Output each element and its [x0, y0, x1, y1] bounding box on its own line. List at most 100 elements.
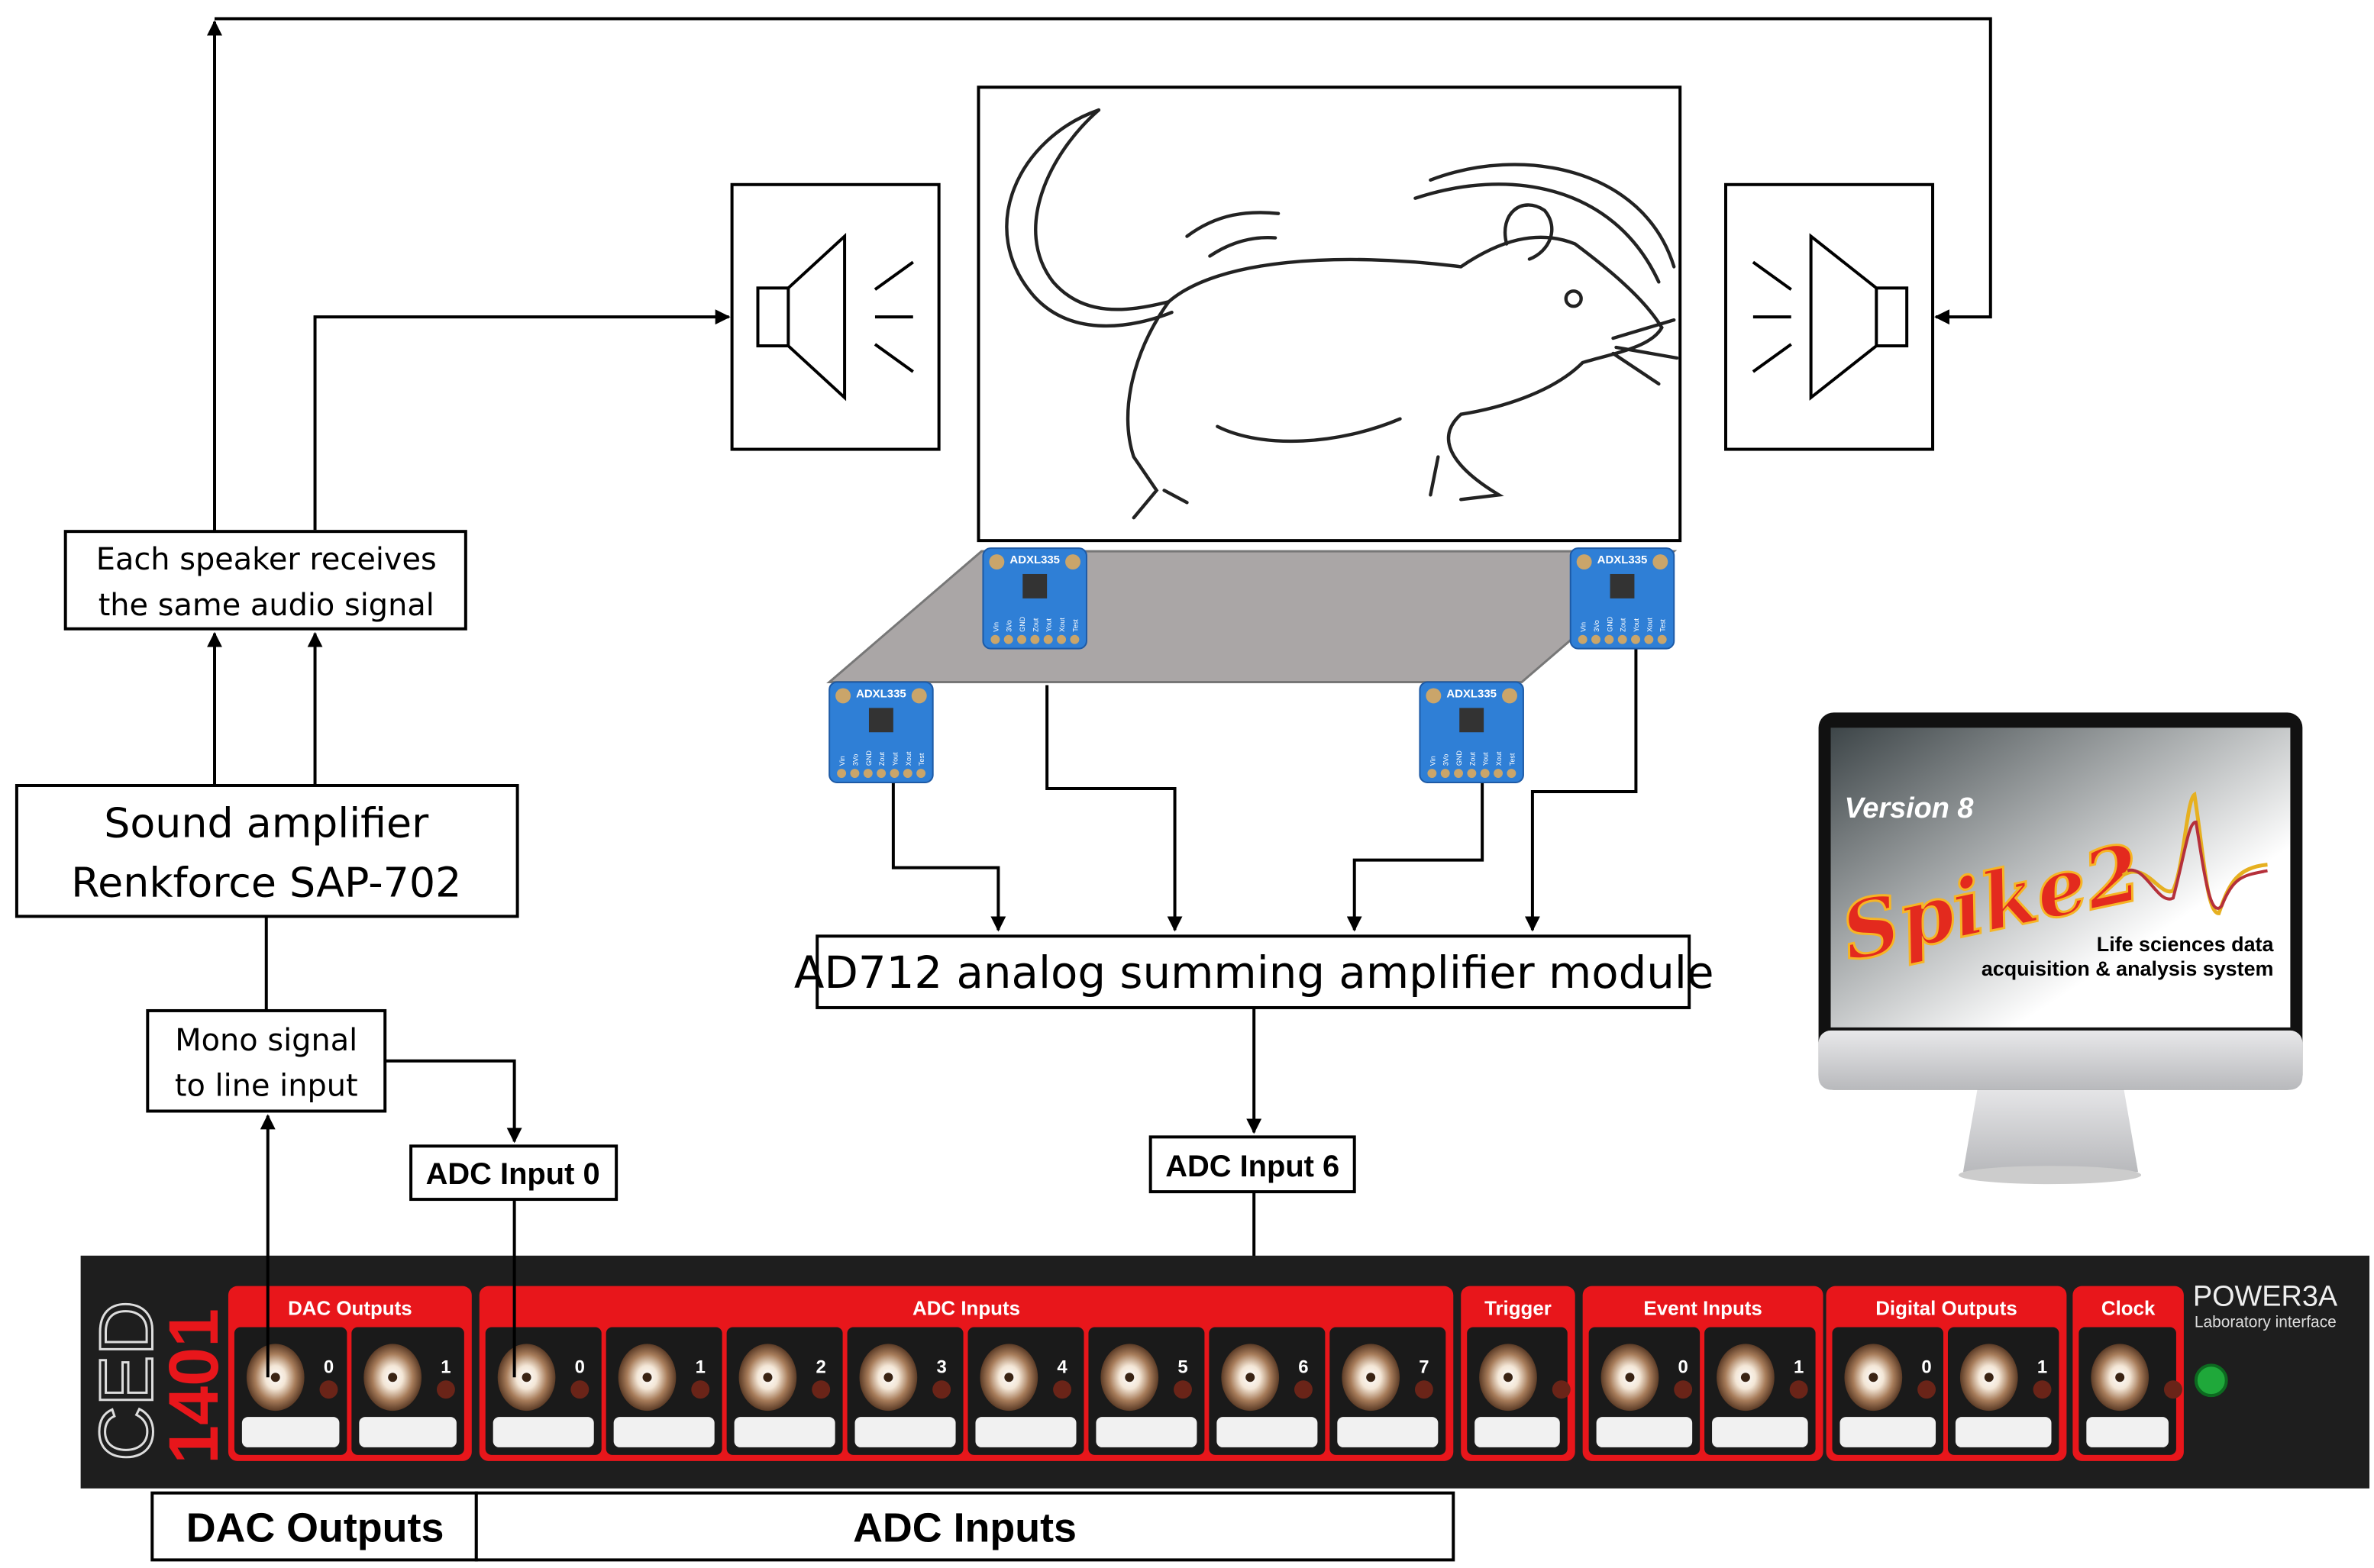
- sensor-pin-label: Vin: [838, 756, 846, 766]
- bnc-connector[interactable]: 7: [1329, 1327, 1446, 1455]
- bnc-connector[interactable]: 0: [1588, 1327, 1701, 1455]
- right-speaker: [1724, 182, 1935, 451]
- channel-number: 0: [575, 1357, 585, 1377]
- summing-module-label: AD712 analog summing amplifier module: [794, 947, 1714, 999]
- sensor-model-label: ADXL335: [856, 687, 906, 700]
- channel-led-icon: [436, 1380, 455, 1399]
- sensor-pin-label: Xout: [905, 751, 912, 766]
- bnc-connector[interactable]: 1: [351, 1327, 464, 1455]
- channel-number: 6: [1298, 1357, 1308, 1377]
- bnc-connector[interactable]: 3: [847, 1327, 964, 1455]
- adc-input-6-label: ADC Input 6: [1165, 1150, 1339, 1183]
- channel-led-icon: [570, 1380, 589, 1399]
- channel-label-strip: [1839, 1417, 1936, 1447]
- vibration-platform: [826, 550, 1678, 683]
- sensor-pin-label: Vin: [992, 622, 1000, 632]
- left-speaker-wire: [313, 309, 731, 531]
- channel-led-icon: [1414, 1380, 1433, 1399]
- amplifier-line1: Sound amplifier: [104, 799, 429, 847]
- channel-number: 0: [324, 1357, 334, 1377]
- bnc-connector[interactable]: [2078, 1327, 2182, 1455]
- bottom-adc-label: ADC Inputs: [853, 1505, 1077, 1550]
- mono-line1: Mono signal: [175, 1023, 357, 1058]
- channel-led-icon: [932, 1380, 951, 1399]
- computer-monitor: Version 8 Spike2 Life sciences data acqu…: [1818, 712, 2303, 1185]
- channel-label-strip: [975, 1417, 1077, 1447]
- bnc-connector[interactable]: 1: [1704, 1327, 1816, 1455]
- channel-number: 2: [816, 1357, 826, 1377]
- device-group-title: DAC Outputs: [288, 1299, 412, 1320]
- sensor-pin-label: 3Vo: [1593, 620, 1600, 631]
- device-group-digital-outputs: Digital Outputs 0 1: [1826, 1286, 2067, 1461]
- device-group-adc-inputs: ADC Inputs 0 1 2 3 4 5 6 7: [479, 1286, 1454, 1461]
- channel-number: 3: [936, 1357, 946, 1377]
- bnc-connector[interactable]: 0: [1832, 1327, 1943, 1455]
- sensor-pin-label: Yout: [891, 752, 899, 766]
- channel-led-icon: [2163, 1380, 2182, 1399]
- sensor-pin-label: Zout: [1032, 618, 1039, 631]
- accelerometer-sensor: ADXL335 Vin 3Vo GND Zout Yout Xout Test: [1419, 681, 1524, 784]
- bnc-connector[interactable]: 1: [606, 1327, 722, 1455]
- channel-number: 0: [1921, 1357, 1931, 1377]
- channel-led-icon: [1294, 1380, 1313, 1399]
- channel-number: 7: [1419, 1357, 1429, 1377]
- accelerometer-sensor: ADXL335 Vin 3Vo GND Zout Yout Xout Test: [1569, 547, 1675, 650]
- sensor-pin-label: GND: [865, 750, 873, 766]
- channel-label-strip: [1216, 1417, 1318, 1447]
- sensor-pin-label: Zout: [1468, 752, 1476, 766]
- sensor-pin-label: Xout: [1058, 618, 1066, 632]
- bnc-connector[interactable]: 4: [967, 1327, 1084, 1455]
- sensor-model-label: ADXL335: [1446, 687, 1497, 700]
- channel-label-strip: [1337, 1417, 1439, 1447]
- channel-number: 1: [696, 1357, 706, 1377]
- channel-label-strip: [1096, 1417, 1197, 1447]
- sensor-pin-label: Xout: [1495, 751, 1503, 766]
- channel-led-icon: [2033, 1380, 2052, 1399]
- bnc-connector[interactable]: 1: [1947, 1327, 2059, 1455]
- bnc-connector[interactable]: 2: [726, 1327, 843, 1455]
- accelerometer-sensor: ADXL335 Vin 3Vo GND Zout Yout Xout Test: [982, 547, 1087, 650]
- channel-led-icon: [1917, 1380, 1936, 1399]
- channel-label-strip: [241, 1417, 340, 1447]
- sensor-pin-label: 3Vo: [851, 754, 859, 766]
- channel-label-strip: [2086, 1417, 2169, 1447]
- device-subtitle: Laboratory interface: [2195, 1313, 2337, 1331]
- software-version: Version 8: [1844, 792, 1973, 824]
- channel-number: 4: [1057, 1357, 1067, 1377]
- channel-led-icon: [1174, 1380, 1192, 1399]
- bnc-connector[interactable]: 6: [1209, 1327, 1326, 1455]
- channel-led-icon: [691, 1380, 710, 1399]
- sensor-model-label: ADXL335: [1597, 553, 1648, 566]
- bnc-connector[interactable]: 5: [1088, 1327, 1205, 1455]
- sensor-pin-label: Xout: [1646, 618, 1653, 632]
- sensor-pin-label: Test: [1071, 619, 1079, 632]
- bnc-connector[interactable]: 0: [234, 1327, 347, 1455]
- tagline-line2: acquisition & analysis system: [1982, 957, 2274, 980]
- speakers-note-line1: Each speaker receives: [96, 542, 437, 577]
- rat-illustration: [977, 85, 1682, 543]
- accelerometer-sensor: ADXL335 Vin 3Vo GND Zout Yout Xout Test: [828, 681, 934, 784]
- channel-number: 1: [441, 1357, 451, 1377]
- channel-number: 0: [1678, 1357, 1688, 1377]
- channel-label-strip: [359, 1417, 457, 1447]
- sensor-pin-label: GND: [1019, 616, 1026, 631]
- device-group-dac-outputs: DAC Outputs 0 1: [228, 1286, 472, 1461]
- channel-led-icon: [812, 1380, 831, 1399]
- sensor-pin-label: 3Vo: [1006, 620, 1013, 631]
- bnc-connector[interactable]: [1467, 1327, 1571, 1455]
- sensor-pin-label: GND: [1606, 616, 1613, 631]
- device-group-event-inputs: Event Inputs 0 1: [1582, 1286, 1823, 1461]
- left-speaker: [730, 182, 941, 451]
- experimental-setup-diagram: ADXL335 Vin 3Vo GND Zout Yout Xout Test ADXL335 V…: [15, 17, 2370, 1562]
- device-group-title: Trigger: [1484, 1299, 1552, 1320]
- channel-label-strip: [1712, 1417, 1808, 1447]
- power-led-icon: [2194, 1363, 2228, 1398]
- device-model: 1401: [155, 1308, 233, 1464]
- bottom-dac-label: DAC Outputs: [186, 1505, 444, 1550]
- channel-label-strip: [734, 1417, 835, 1447]
- adc-input-0-label: ADC Input 0: [426, 1157, 600, 1191]
- sensor-pin-label: 3Vo: [1442, 754, 1450, 766]
- speakers-note-line2: the same audio signal: [99, 588, 434, 623]
- bnc-connector[interactable]: 0: [485, 1327, 602, 1455]
- channel-led-icon: [1674, 1380, 1693, 1399]
